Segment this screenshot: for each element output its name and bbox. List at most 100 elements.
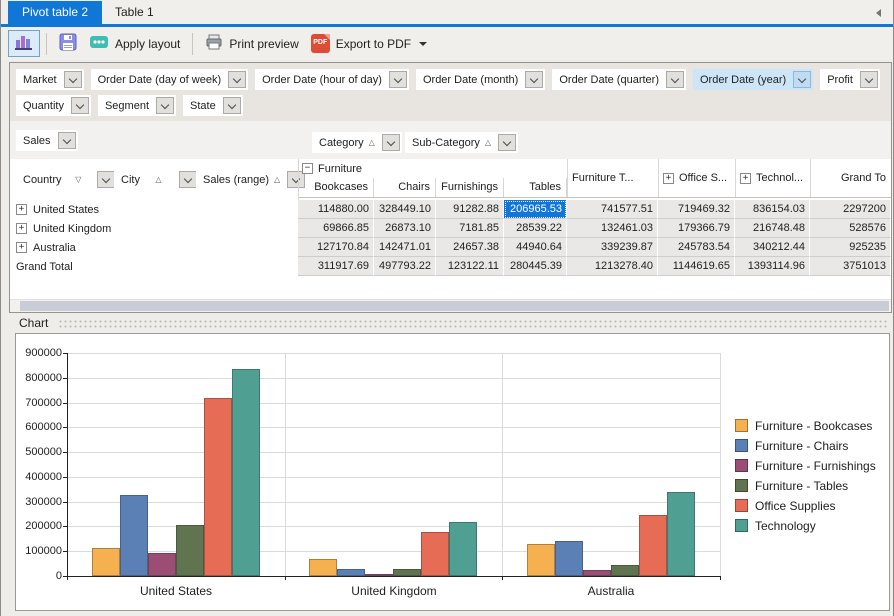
data-cell[interactable]: 528576 (810, 219, 891, 238)
data-cell[interactable]: 340212.44 (735, 238, 810, 257)
chevron-down-icon[interactable] (58, 132, 76, 149)
column-header-furniture-t-[interactable]: Furniture T... (567, 159, 658, 197)
chevron-down-icon[interactable] (498, 134, 516, 151)
row-label-united-kingdom[interactable]: +United Kingdom (10, 219, 298, 238)
data-cell[interactable]: 28539.22 (504, 219, 567, 238)
plus-box-icon[interactable]: + (663, 173, 674, 184)
data-cell[interactable]: 497793.22 (374, 257, 436, 276)
data-cell[interactable]: 1144619.65 (658, 257, 735, 276)
data-cell[interactable]: 741577.51 (567, 200, 658, 219)
tab-pivot-table-2[interactable]: Pivot table 2 (8, 1, 102, 24)
print-preview-button[interactable]: Print preview (199, 31, 304, 56)
apply-layout-button[interactable]: Apply layout (83, 31, 186, 56)
row-label-united-states[interactable]: +United States (10, 200, 298, 219)
data-cell[interactable]: 132461.03 (567, 219, 658, 238)
chart-bar (92, 548, 120, 576)
chevron-down-icon[interactable] (64, 71, 82, 88)
data-cell[interactable]: 179366.79 (658, 219, 735, 238)
data-cell[interactable]: 311917.69 (298, 257, 374, 276)
data-cell[interactable]: 1213278.40 (567, 257, 658, 276)
column-header-furnishings[interactable]: Furnishings (436, 178, 504, 197)
data-cell[interactable]: 69866.85 (298, 219, 374, 238)
filter-field-chip[interactable]: Order Date (day of week) (91, 69, 249, 90)
row-field-chip-sales-range-[interactable]: Sales (range)△ (196, 169, 307, 190)
data-cell[interactable]: 2297200 (810, 200, 891, 219)
chevron-down-icon[interactable] (223, 97, 241, 114)
data-cell[interactable]: 328449.10 (374, 200, 436, 219)
data-cell[interactable]: 925235 (810, 238, 891, 257)
chart-gridline (67, 427, 720, 428)
data-cell[interactable]: 206965.53 (504, 200, 567, 219)
column-header-grand-to[interactable]: Grand To (810, 159, 891, 197)
export-pdf-button[interactable]: PDF Export to PDF (305, 31, 433, 56)
column-group-header-furniture[interactable]: −Furniture (298, 159, 567, 178)
chevron-down-icon[interactable] (156, 97, 174, 114)
horizontal-scrollbar[interactable] (10, 299, 891, 312)
x-axis-tick (502, 576, 503, 580)
chevron-down-icon[interactable] (228, 71, 246, 88)
plus-box-icon[interactable]: + (16, 223, 27, 234)
chevron-down-icon[interactable] (860, 71, 878, 88)
data-cell[interactable]: 719469.32 (658, 200, 735, 219)
column-header-office-s-[interactable]: +Office S... (658, 159, 735, 197)
filter-field-chip[interactable]: State (183, 95, 243, 116)
plus-box-icon[interactable]: + (16, 204, 27, 215)
plus-box-icon[interactable]: + (740, 173, 751, 184)
chevron-down-icon[interactable] (179, 171, 197, 188)
filter-field-chip[interactable]: Order Date (year) (693, 69, 813, 90)
data-cell[interactable]: 7181.85 (436, 219, 504, 238)
data-cell[interactable]: 142471.01 (374, 238, 436, 257)
plus-box-icon[interactable]: + (16, 242, 27, 253)
chevron-down-icon[interactable] (666, 71, 684, 88)
data-cell[interactable]: 26873.10 (374, 219, 436, 238)
data-field-chip-sales[interactable]: Sales (16, 130, 78, 151)
triangle-up-icon: △ (485, 138, 491, 147)
row-field-chip-country[interactable]: Country▽ (16, 169, 117, 190)
chart-splitter[interactable]: Chart (1, 313, 893, 333)
chevron-down-icon[interactable] (389, 71, 407, 88)
row-field-chip-city[interactable]: City△ (114, 169, 199, 190)
filter-field-chip[interactable]: Quantity (16, 95, 91, 116)
filter-field-chip[interactable]: Market (16, 69, 84, 90)
data-cell[interactable]: 280445.39 (504, 257, 567, 276)
tab-table-1[interactable]: Table 1 (101, 1, 168, 24)
toolbar-separator (46, 33, 47, 55)
caret-left-icon[interactable] (876, 9, 881, 17)
column-field-chip-sub-category[interactable]: Sub-Category△ (405, 132, 518, 153)
data-cell[interactable]: 3751013 (810, 257, 891, 276)
chevron-down-icon[interactable] (382, 134, 400, 151)
filter-field-chip[interactable]: Order Date (month) (416, 69, 545, 90)
minus-box-icon[interactable]: − (302, 163, 313, 174)
data-cell[interactable]: 114880.00 (298, 200, 374, 219)
filter-field-chip[interactable]: Profit (820, 69, 880, 90)
chart-toggle-button[interactable] (8, 30, 40, 57)
chevron-down-icon[interactable] (71, 97, 89, 114)
column-header-technol-[interactable]: +Technol... (735, 159, 810, 197)
splitter-grip-icon[interactable] (58, 319, 887, 328)
filter-field-chip[interactable]: Order Date (quarter) (552, 69, 686, 90)
column-header-tables[interactable]: Tables (504, 178, 567, 197)
filter-field-chip[interactable]: Segment (98, 95, 176, 116)
scrollbar-thumb[interactable] (20, 301, 889, 311)
column-header-bookcases[interactable]: Bookcases (298, 178, 374, 197)
save-button[interactable] (53, 30, 83, 57)
column-field-chip-category[interactable]: Category△ (312, 132, 402, 153)
data-cell[interactable]: 127170.84 (298, 238, 374, 257)
data-cell[interactable]: 91282.88 (436, 200, 504, 219)
row-label-australia[interactable]: +Australia (10, 238, 298, 257)
chevron-down-icon[interactable] (525, 71, 543, 88)
data-cell[interactable]: 123122.11 (436, 257, 504, 276)
data-cell[interactable]: 44940.64 (504, 238, 567, 257)
filter-field-chip[interactable]: Order Date (hour of day) (255, 69, 409, 90)
data-cell[interactable]: 339239.87 (567, 238, 658, 257)
chevron-down-icon[interactable] (793, 71, 811, 88)
data-cell[interactable]: 216748.48 (735, 219, 810, 238)
data-cell[interactable]: 1393114.96 (735, 257, 810, 276)
data-cell[interactable]: 836154.03 (735, 200, 810, 219)
column-header-chairs[interactable]: Chairs (374, 178, 436, 197)
chevron-down-icon[interactable] (97, 171, 115, 188)
data-cell[interactable]: 24657.38 (436, 238, 504, 257)
data-cell[interactable]: 245783.54 (658, 238, 735, 257)
column-group-label: Furniture (318, 163, 362, 175)
y-axis-tick-label: 200000 (16, 520, 62, 532)
